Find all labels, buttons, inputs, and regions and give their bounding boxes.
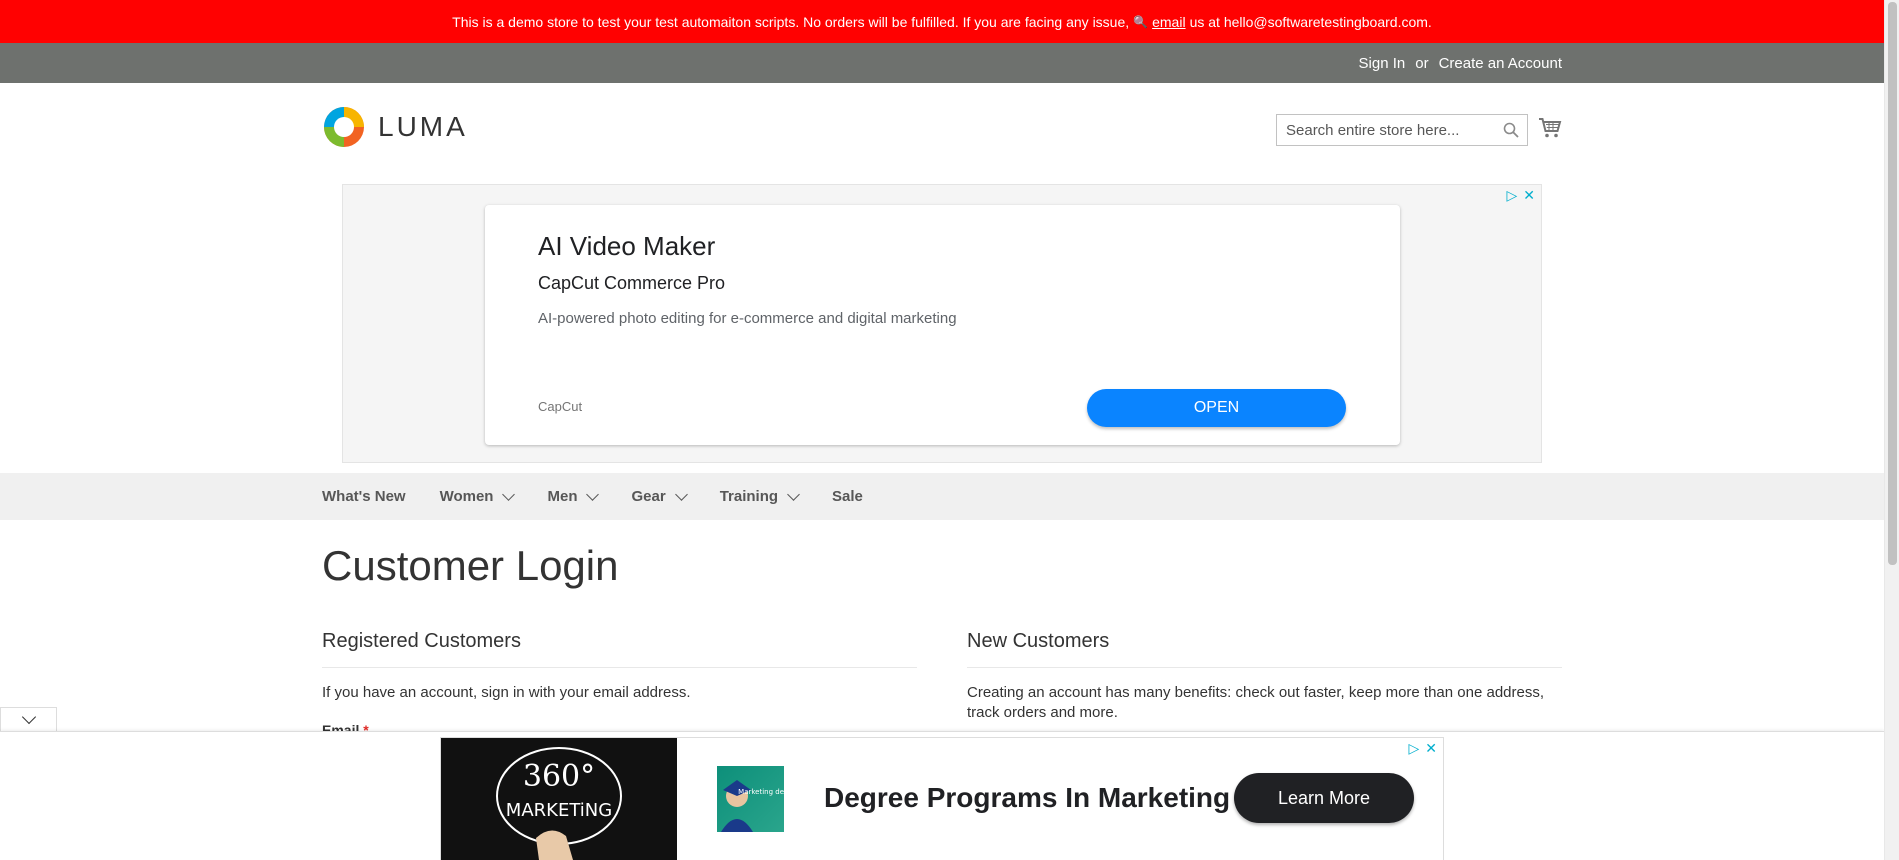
chevron-down-icon <box>586 487 600 501</box>
ad-description: AI-powered photo editing for e-commerce … <box>538 310 957 327</box>
ad-close-icon[interactable]: ✕ <box>1523 187 1535 204</box>
demo-notice-text: This is a demo store to test your test a… <box>452 13 1130 30</box>
search-icon[interactable] <box>1503 122 1519 138</box>
adchoices-icon[interactable]: ▷ <box>1506 187 1517 204</box>
image-text-bottom: MARKETiNG <box>506 800 612 821</box>
chevron-down-icon <box>787 487 800 501</box>
adchoices-icon[interactable]: ▷ <box>1408 740 1419 757</box>
marketing-360-image: 360° MARKETiNG <box>441 738 677 860</box>
chevron-down-icon <box>502 487 516 501</box>
or-separator: or <box>1415 54 1429 72</box>
marketing-360-graphic: 360° MARKETiNG <box>496 747 622 860</box>
ad-brand: CapCut <box>538 399 583 414</box>
nav-item-whats-new[interactable]: What's New <box>322 488 406 505</box>
new-customers-text: Creating an account has many benefits: c… <box>967 684 1545 721</box>
sticky-advertisement: 360° MARKETiNG Marketing degree Degree P… <box>0 731 1884 860</box>
nav-item-women[interactable]: Women <box>439 487 516 505</box>
scrollbar-thumb[interactable] <box>1888 2 1897 565</box>
search-input[interactable] <box>1277 115 1487 145</box>
nav-item-label: Men <box>547 488 578 505</box>
registered-customers-title: Registered Customers <box>322 630 521 652</box>
registered-customers-text: If you have an account, sign in with you… <box>322 684 691 701</box>
sign-in-link[interactable]: Sign In <box>1359 55 1406 72</box>
nav-items: What's New Women Men Gear Training Sale <box>322 473 897 520</box>
search-box <box>1276 114 1528 146</box>
cart-icon[interactable] <box>1538 117 1562 139</box>
demo-notice-text-after: us at hello@softwaretestingboard.com. <box>1189 13 1432 30</box>
nav-item-sale[interactable]: Sale <box>832 488 863 505</box>
nav-item-label: Women <box>439 488 494 505</box>
page-scrollbar[interactable] <box>1884 0 1899 860</box>
key-icon: 🔍 <box>1133 14 1149 29</box>
nav-item-label: Training <box>719 488 779 505</box>
ad-subtitle: CapCut Commerce Pro <box>538 273 726 293</box>
nav-item-label: Gear <box>631 488 666 505</box>
logo-text: LUMA <box>378 111 468 142</box>
bottom-ad-card[interactable]: 360° MARKETiNG Marketing degree Degree P… <box>440 737 1444 860</box>
create-account-link[interactable]: Create an Account <box>1439 55 1562 72</box>
nav-item-label: Sale <box>832 488 863 505</box>
ad-headline: Degree Programs In Marketing <box>824 782 1231 813</box>
luma-logo-icon <box>324 107 364 147</box>
new-customers-divider <box>967 667 1562 668</box>
ad-thumbnail: Marketing degree <box>717 766 800 832</box>
ad-open-button[interactable]: OPEN <box>1087 389 1346 427</box>
header-panel: Sign In or Create an Account <box>0 43 1884 83</box>
ad-close-icon[interactable]: ✕ <box>1425 740 1437 757</box>
thumb-text: Marketing degree <box>738 788 784 796</box>
new-customers-title: New Customers <box>967 630 1110 652</box>
chevron-down-icon <box>674 487 688 501</box>
nav-item-training[interactable]: Training <box>719 487 800 505</box>
page-title: Customer Login <box>322 542 619 589</box>
luma-logo[interactable]: LUMA <box>322 105 468 149</box>
top-advertisement: ▷ ✕ AI Video Maker CapCut Commerce Pro A… <box>342 184 1542 463</box>
ad-title: AI Video Maker <box>538 231 716 261</box>
collapse-ad-button[interactable] <box>0 707 57 731</box>
nav-item-men[interactable]: Men <box>547 487 600 505</box>
ad-choices: ▷ ✕ <box>1506 187 1535 204</box>
ad-choices: ▷ ✕ <box>1408 740 1437 757</box>
registered-divider <box>322 667 917 668</box>
chevron-down-icon <box>21 709 36 725</box>
header-links: Sign In or Create an Account <box>1359 43 1562 83</box>
demo-notice-bar: This is a demo store to test your test a… <box>0 0 1884 43</box>
nav-item-label: What's New <box>322 488 406 505</box>
image-text-top: 360° <box>523 759 595 794</box>
ad-card[interactable]: AI Video Maker CapCut Commerce Pro AI-po… <box>485 205 1400 445</box>
nav-item-gear[interactable]: Gear <box>631 487 688 505</box>
header-content: LUMA <box>0 83 1884 183</box>
main-navigation: What's New Women Men Gear Training Sale <box>0 473 1884 520</box>
demo-email-link[interactable]: email <box>1152 14 1185 30</box>
learn-more-button[interactable]: Learn More <box>1234 773 1414 823</box>
